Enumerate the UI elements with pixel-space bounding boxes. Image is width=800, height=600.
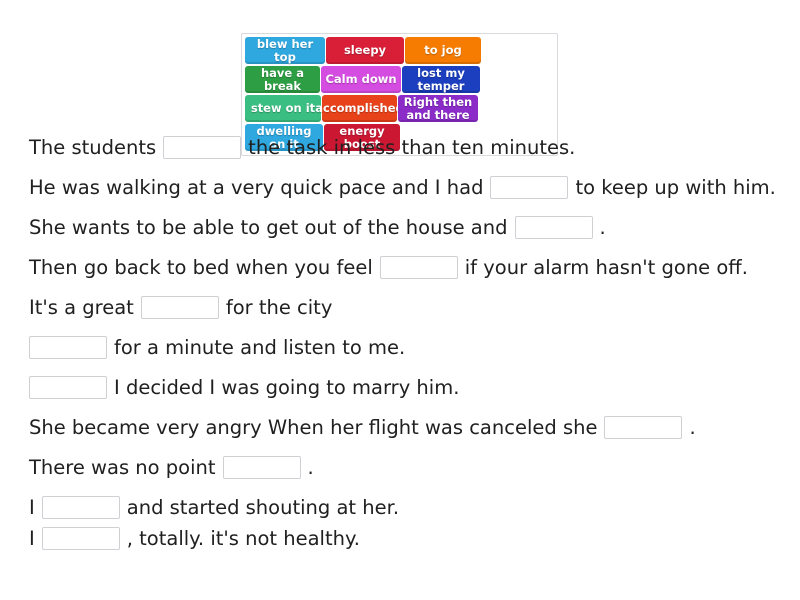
sentence-row: It's a great for the city	[29, 296, 789, 319]
word-tile-slot: blew her top	[245, 37, 326, 65]
answer-blank[interactable]	[29, 336, 107, 359]
sentence-text: the task in less than ten minutes.	[248, 135, 576, 159]
sentence-text: She became very angry When her flight wa…	[29, 415, 598, 439]
word-tile[interactable]: accomplished	[315, 95, 404, 122]
word-tile-slot: Right then and there	[398, 95, 479, 123]
sentence-text: for a minute and listen to me.	[114, 335, 406, 359]
word-tile[interactable]: lost my temper	[402, 66, 480, 93]
sentence-row: There was no point.	[29, 456, 789, 479]
sentence-row: Then go back to bed when you feel if your…	[29, 256, 789, 279]
sentence-text: I decided I was going to marry him.	[114, 375, 460, 399]
answer-blank[interactable]	[41, 496, 120, 519]
answer-blank[interactable]	[604, 416, 683, 439]
answer-blank[interactable]	[29, 376, 107, 399]
sentence-row: for a minute and listen to me.	[29, 336, 789, 359]
answer-blank[interactable]	[41, 527, 120, 550]
word-tile[interactable]: sleepy	[326, 37, 404, 64]
sentence-text: .	[307, 455, 314, 479]
sentence-text: .	[689, 415, 696, 439]
sentence-text: He was walking at a very quick pace and …	[29, 175, 484, 199]
sentence-row: She wants to be able to get out of the h…	[29, 216, 789, 239]
sentence-text: She wants to be able to get out of the h…	[29, 215, 508, 239]
answer-blank[interactable]	[490, 176, 569, 199]
word-tile-slot: Calm down	[321, 66, 402, 94]
word-tile[interactable]: Right then and there	[398, 95, 478, 122]
sentence-text: It's a great	[29, 295, 134, 319]
sentence-text: Then go back to bed when you feel	[29, 255, 373, 279]
word-tile[interactable]: stew on it	[245, 95, 321, 122]
sentence-text: The students	[29, 135, 157, 159]
sentence-row: The students the task in less than ten mi…	[29, 136, 789, 159]
answer-blank[interactable]	[140, 296, 219, 319]
sentence-text: for the city	[225, 295, 333, 319]
sentence-text: I	[29, 495, 35, 519]
word-tile[interactable]: Calm down	[321, 66, 401, 93]
sentence-text: There was no point	[29, 455, 216, 479]
sentence-text: .	[599, 215, 606, 239]
sentence-row: I , totally. it's not healthy.	[29, 527, 789, 550]
sentence-row: She became very angry When her flight wa…	[29, 416, 789, 439]
sentence-list: The students the task in less than ten mi…	[29, 136, 789, 558]
sentence-row: I decided I was going to marry him.	[29, 376, 789, 399]
sentence-text: I	[29, 526, 35, 550]
word-tile[interactable]: to jog	[405, 37, 481, 64]
sentence-text: if your alarm hasn't gone off.	[464, 255, 748, 279]
sentence-text: to keep up with him.	[575, 175, 776, 199]
word-tile[interactable]: have a break	[245, 66, 320, 93]
sentence-row: Iand started shouting at her.	[29, 496, 789, 519]
word-tile-slot: to jog	[405, 37, 482, 65]
word-tile-slot: stew on it	[245, 95, 322, 123]
word-tile-slot: lost my temper	[402, 66, 481, 94]
word-tile-slot: sleepy	[326, 37, 405, 65]
answer-blank[interactable]	[222, 456, 301, 479]
sentence-text: , totally. it's not healthy.	[126, 526, 360, 550]
sentence-row: He was walking at a very quick pace and …	[29, 176, 789, 199]
word-tile-slot: have a break	[245, 66, 321, 94]
answer-blank[interactable]	[379, 256, 458, 279]
sentence-text: and started shouting at her.	[126, 495, 400, 519]
word-tile[interactable]: blew her top	[245, 37, 325, 64]
answer-blank[interactable]	[163, 136, 242, 159]
word-tile-slot: accomplished	[315, 95, 404, 123]
answer-blank[interactable]	[514, 216, 593, 239]
